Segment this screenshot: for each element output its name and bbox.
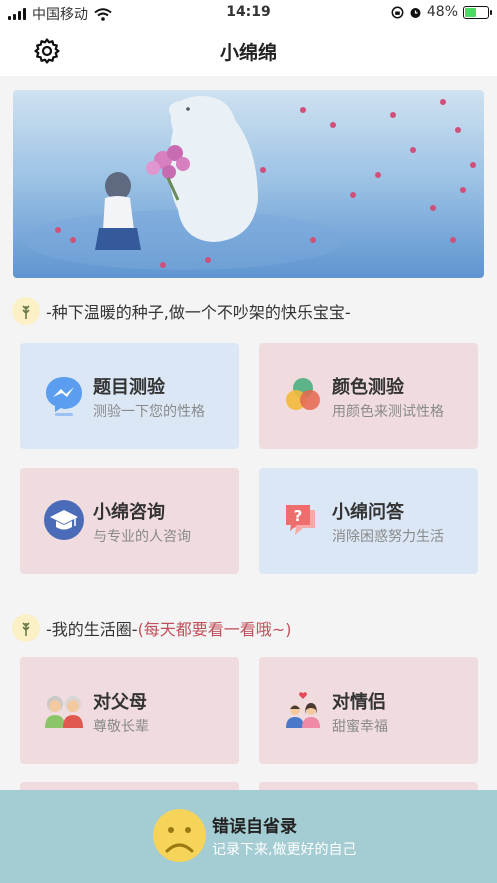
card-subtitle: 用颜色来测试性格 — [332, 404, 444, 420]
error-log-title: 错误自省录 — [212, 817, 297, 837]
couple-heart-icon — [286, 692, 320, 728]
card-subtitle: 尊敬长辈 — [93, 719, 149, 735]
lock-rotation-icon — [391, 6, 404, 18]
svg-text:?: ? — [294, 507, 303, 525]
messenger-bubble-icon — [46, 377, 82, 416]
elderly-couple-icon — [45, 696, 83, 728]
wheat-icon — [12, 614, 40, 642]
card-title: 题目测验 — [93, 377, 165, 398]
card-title: 对情侣 — [332, 692, 386, 713]
wheat-icon — [12, 297, 40, 325]
banner-image[interactable] — [13, 90, 484, 278]
section-title-highlight: (每天都要看一看哦~) — [137, 620, 292, 639]
status-bar: 中国移动 14:19 48% — [0, 0, 497, 26]
card-parents[interactable]: 对父母 尊敬长辈 — [20, 657, 239, 764]
section-title-text: -种下温暖的种子,做一个不吵架的快乐宝宝- — [46, 303, 351, 322]
section-title-seeds: -种下温暖的种子,做一个不吵架的快乐宝宝- — [12, 297, 351, 325]
graduation-cap-icon — [44, 500, 84, 540]
error-log-bar[interactable]: 错误自省录 记录下来,做更好的自己 — [0, 790, 497, 883]
color-circles-icon — [286, 378, 320, 410]
card-title: 颜色测验 — [332, 377, 404, 398]
sad-face-icon — [153, 809, 206, 862]
card-subtitle: 测验一下您的性格 — [93, 404, 205, 420]
card-couple[interactable]: 对情侣 甜蜜幸福 — [259, 657, 478, 764]
page-title: 小绵绵 — [219, 42, 277, 64]
error-log-subtitle: 记录下来,做更好的自己 — [212, 842, 357, 858]
nav-bar: 小绵绵 — [0, 26, 497, 76]
card-quiz[interactable]: 题目测验 测验一下您的性格 — [20, 343, 239, 449]
card-title: 对父母 — [93, 692, 147, 713]
question-bubble-icon: ? — [286, 505, 315, 535]
section-title-life: -我的生活圈- (每天都要看一看哦~) — [12, 614, 291, 642]
card-consult[interactable]: 小绵咨询 与专业的人咨询 — [20, 468, 239, 574]
card-subtitle: 消除困惑努力生活 — [332, 529, 444, 545]
card-qa[interactable]: ? 小绵问答 消除困惑努力生活 — [259, 468, 478, 574]
card-subtitle: 与专业的人咨询 — [93, 529, 191, 545]
battery-icon — [463, 5, 492, 19]
card-title: 小绵咨询 — [93, 502, 165, 523]
section-title-text: -我的生活圈- — [46, 620, 138, 639]
alarm-icon — [410, 7, 421, 18]
battery-percent: 48% — [426, 4, 458, 20]
card-title: 小绵问答 — [332, 502, 404, 523]
card-color-test[interactable]: 颜色测验 用颜色来测试性格 — [259, 343, 478, 449]
card-subtitle: 甜蜜幸福 — [332, 719, 388, 735]
